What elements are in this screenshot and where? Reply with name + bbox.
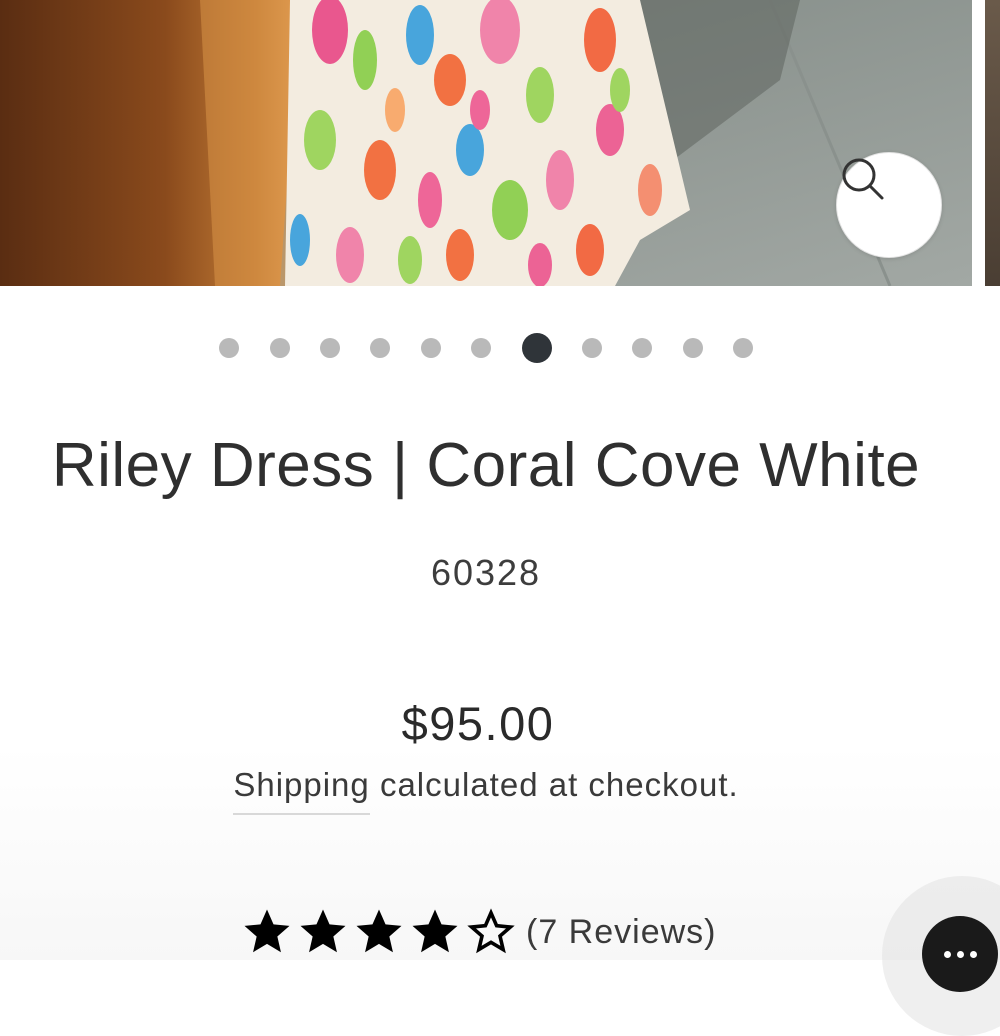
product-title: Riley Dress | Coral Cove White bbox=[51, 431, 921, 500]
gallery-dot[interactable] bbox=[270, 338, 290, 358]
product-sku: 60328 bbox=[430, 552, 542, 593]
gallery-dot[interactable] bbox=[683, 338, 703, 358]
magnifier-icon bbox=[842, 158, 884, 200]
gallery-dot[interactable] bbox=[582, 338, 602, 358]
ellipsis-chat-icon bbox=[943, 950, 977, 958]
gallery-pagination bbox=[0, 333, 972, 363]
product-rating[interactable]: (7 Reviews) bbox=[240, 902, 716, 962]
star-filled-icon bbox=[356, 909, 402, 953]
chat-button[interactable] bbox=[922, 916, 998, 992]
zoom-button[interactable] bbox=[836, 152, 942, 258]
star-filled-icon bbox=[244, 909, 290, 953]
shipping-link[interactable]: Shipping bbox=[233, 766, 370, 815]
product-price: $95.00 bbox=[401, 697, 555, 750]
reviews-count-link[interactable]: (7 Reviews) bbox=[526, 913, 716, 952]
shipping-note: Shipping calculated at checkout. bbox=[0, 766, 972, 815]
next-product-image-peek[interactable] bbox=[985, 0, 1000, 286]
gallery-dot[interactable] bbox=[320, 338, 340, 358]
gallery-dot-active[interactable] bbox=[522, 333, 552, 363]
rating-stars bbox=[240, 905, 520, 959]
bottom-bar bbox=[0, 960, 1000, 1000]
gallery-dot[interactable] bbox=[421, 338, 441, 358]
product-photo-dress-print bbox=[0, 0, 972, 286]
gallery-dot[interactable] bbox=[370, 338, 390, 358]
star-filled-icon bbox=[412, 909, 458, 953]
star-empty-icon bbox=[467, 908, 515, 954]
shipping-note-text: calculated at checkout. bbox=[369, 766, 739, 803]
product-image[interactable] bbox=[0, 0, 972, 286]
gallery-dot[interactable] bbox=[219, 338, 239, 358]
gallery-dot[interactable] bbox=[632, 338, 652, 358]
gallery-dot[interactable] bbox=[733, 338, 753, 358]
gallery-dot[interactable] bbox=[471, 338, 491, 358]
star-filled-icon bbox=[300, 909, 346, 953]
